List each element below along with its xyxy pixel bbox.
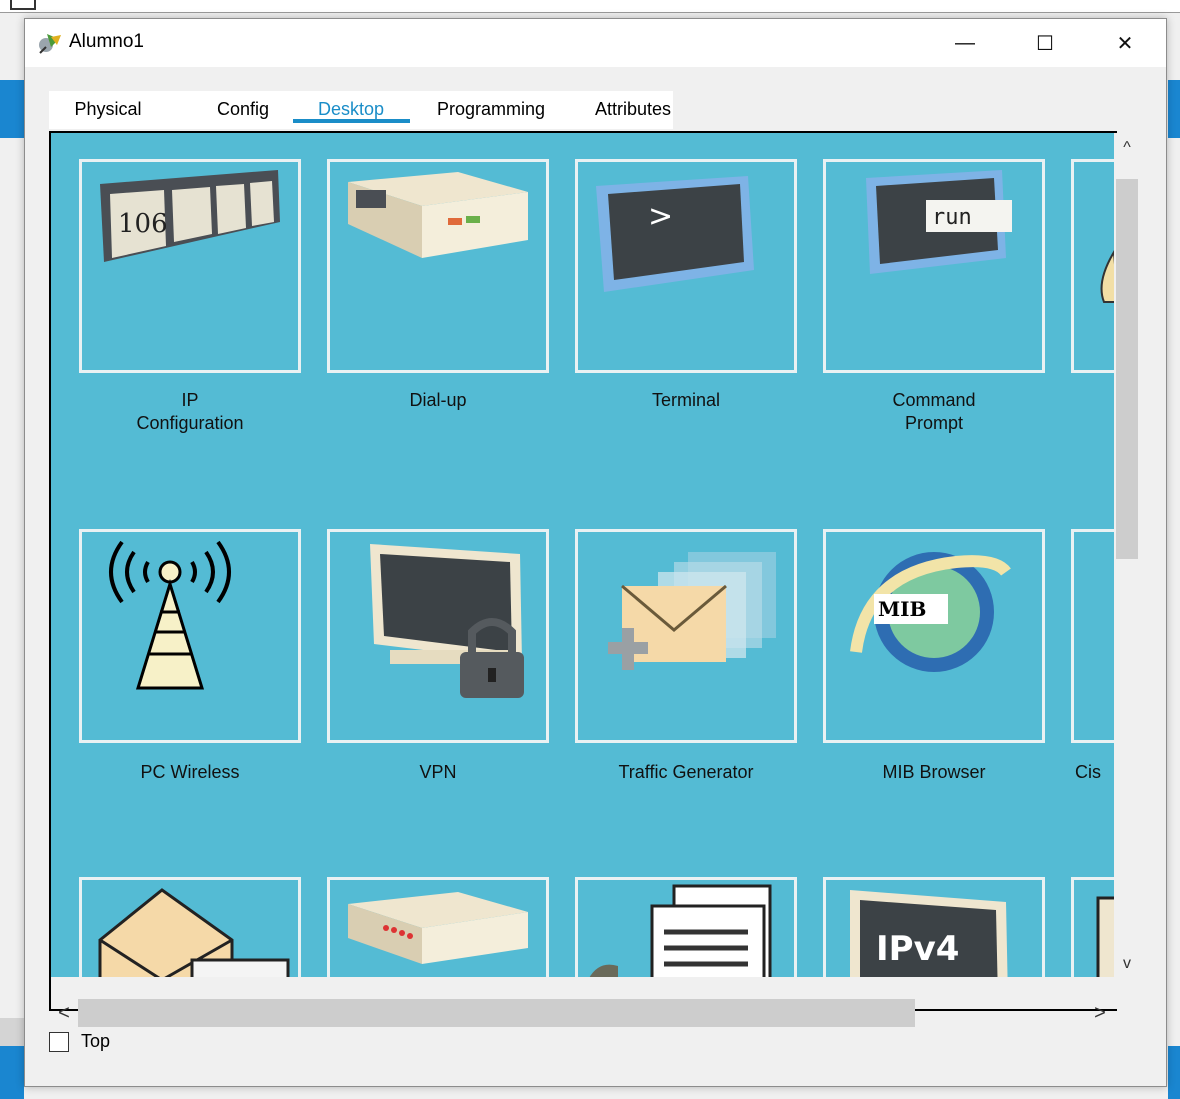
mib-browser-globe-icon: MIB xyxy=(850,552,1011,672)
terminal-tile[interactable]: > xyxy=(575,159,797,373)
svg-text:run: run xyxy=(932,205,972,230)
pc-wireless-label: PC Wireless xyxy=(140,762,240,782)
background-blue-strip-right xyxy=(1168,80,1180,138)
tab-config[interactable]: Config xyxy=(203,91,283,129)
vertical-scrollbar-thumb[interactable] xyxy=(1116,179,1138,559)
background-corner-box xyxy=(10,0,36,10)
pppoe-dialer-icon xyxy=(348,892,528,964)
vpn-monitor-lock-icon xyxy=(370,544,524,698)
mib-browser-tile[interactable]: MIB xyxy=(823,529,1045,743)
minimize-button[interactable]: — xyxy=(930,19,1000,67)
email-envelope-icon xyxy=(98,888,290,979)
tab-desktop[interactable]: Desktop xyxy=(303,91,399,129)
active-tab-indicator xyxy=(293,119,410,123)
cisco-partial-tile[interactable] xyxy=(1071,529,1115,743)
close-button[interactable]: ✕ xyxy=(1090,19,1160,67)
dial-up-modem-icon xyxy=(348,172,528,258)
ip-configuration-label: IP Configuration xyxy=(136,390,244,433)
background-gray-strip xyxy=(0,1018,24,1046)
dial-up-tile[interactable] xyxy=(327,159,549,373)
vpn-tile[interactable] xyxy=(327,529,549,743)
tab-bar: Physical Config Desktop Programming Attr… xyxy=(49,91,673,129)
terminal-label: Terminal xyxy=(651,390,721,410)
scroll-up-arrow-icon[interactable]: ^ xyxy=(1114,135,1140,161)
top-checkbox-label: Top xyxy=(81,1031,111,1051)
tab-programming[interactable]: Programming xyxy=(429,91,553,129)
pppoe-dialer-tile[interactable] xyxy=(327,877,549,979)
command-prompt-label: Command Prompt xyxy=(892,390,976,433)
background-blue-strip-bottom-right xyxy=(1168,1046,1180,1099)
top-checkbox[interactable] xyxy=(49,1032,69,1052)
desktop-apps-grid: 106 IP Configuration Dial-up > Terminal … xyxy=(51,133,1115,979)
horizontal-scrollbar-thumb[interactable] xyxy=(78,999,915,1027)
partial-app-tile-row3[interactable] xyxy=(1071,877,1115,979)
ip-configuration-icon: 106 xyxy=(100,170,280,262)
dial-up-label: Dial-up xyxy=(409,390,467,410)
title-bar[interactable]: Alumno1 — ☐ ✕ xyxy=(25,19,1166,67)
tab-attributes[interactable]: Attributes xyxy=(583,91,683,129)
traffic-generator-icon xyxy=(608,552,776,670)
command-prompt-tile[interactable]: run xyxy=(823,159,1045,373)
ipv4-monitor-icon: IPv4 xyxy=(850,890,1008,979)
ip-configuration-tile[interactable]: 106 xyxy=(79,159,301,373)
text-editor-document-icon xyxy=(588,884,772,979)
command-prompt-icon: run xyxy=(866,170,1012,274)
scroll-right-arrow-icon[interactable]: > xyxy=(1087,999,1113,1027)
window-title: Alumno1 xyxy=(69,31,144,52)
maximize-button[interactable]: ☐ xyxy=(1010,19,1080,67)
mib-browser-label: MIB Browser xyxy=(882,762,986,782)
device-window: Alumno1 — ☐ ✕ Physical Config Desktop Pr… xyxy=(24,18,1167,1087)
terminal-icon: > xyxy=(596,176,754,292)
traffic-generator-label: Traffic Generator xyxy=(618,762,754,782)
scrollbar-corner xyxy=(1114,979,1140,1009)
pc-wireless-tile[interactable] xyxy=(79,529,301,743)
background-toolbar xyxy=(0,0,1180,13)
ipv4-tile[interactable]: IPv4 xyxy=(823,877,1045,979)
partial-app-icon xyxy=(1100,248,1115,303)
svg-text:IPv4: IPv4 xyxy=(876,929,959,969)
traffic-generator-tile[interactable] xyxy=(575,529,797,743)
svg-text:MIB: MIB xyxy=(878,597,926,621)
desktop-panel: 106 IP Configuration Dial-up > Terminal … xyxy=(49,131,1117,1011)
background-blue-strip-left xyxy=(0,80,24,138)
svg-text:>: > xyxy=(648,199,673,234)
scroll-left-arrow-icon[interactable]: < xyxy=(51,999,77,1027)
background-blue-strip-bottom-left xyxy=(0,1046,24,1099)
email-tile[interactable] xyxy=(79,877,301,979)
scroll-down-arrow-icon[interactable]: v xyxy=(1114,951,1140,977)
text-editor-tile[interactable] xyxy=(575,877,797,979)
partial-app-icon-row3 xyxy=(1096,896,1115,979)
tab-physical[interactable]: Physical xyxy=(63,91,153,129)
svg-text:106: 106 xyxy=(118,209,168,239)
pc-device-icon xyxy=(39,34,61,54)
vpn-label: VPN xyxy=(419,762,457,782)
partial-app-tile-row1[interactable] xyxy=(1071,159,1115,373)
wireless-tower-icon xyxy=(109,540,231,690)
cisco-partial-label: Cis xyxy=(1075,762,1101,782)
